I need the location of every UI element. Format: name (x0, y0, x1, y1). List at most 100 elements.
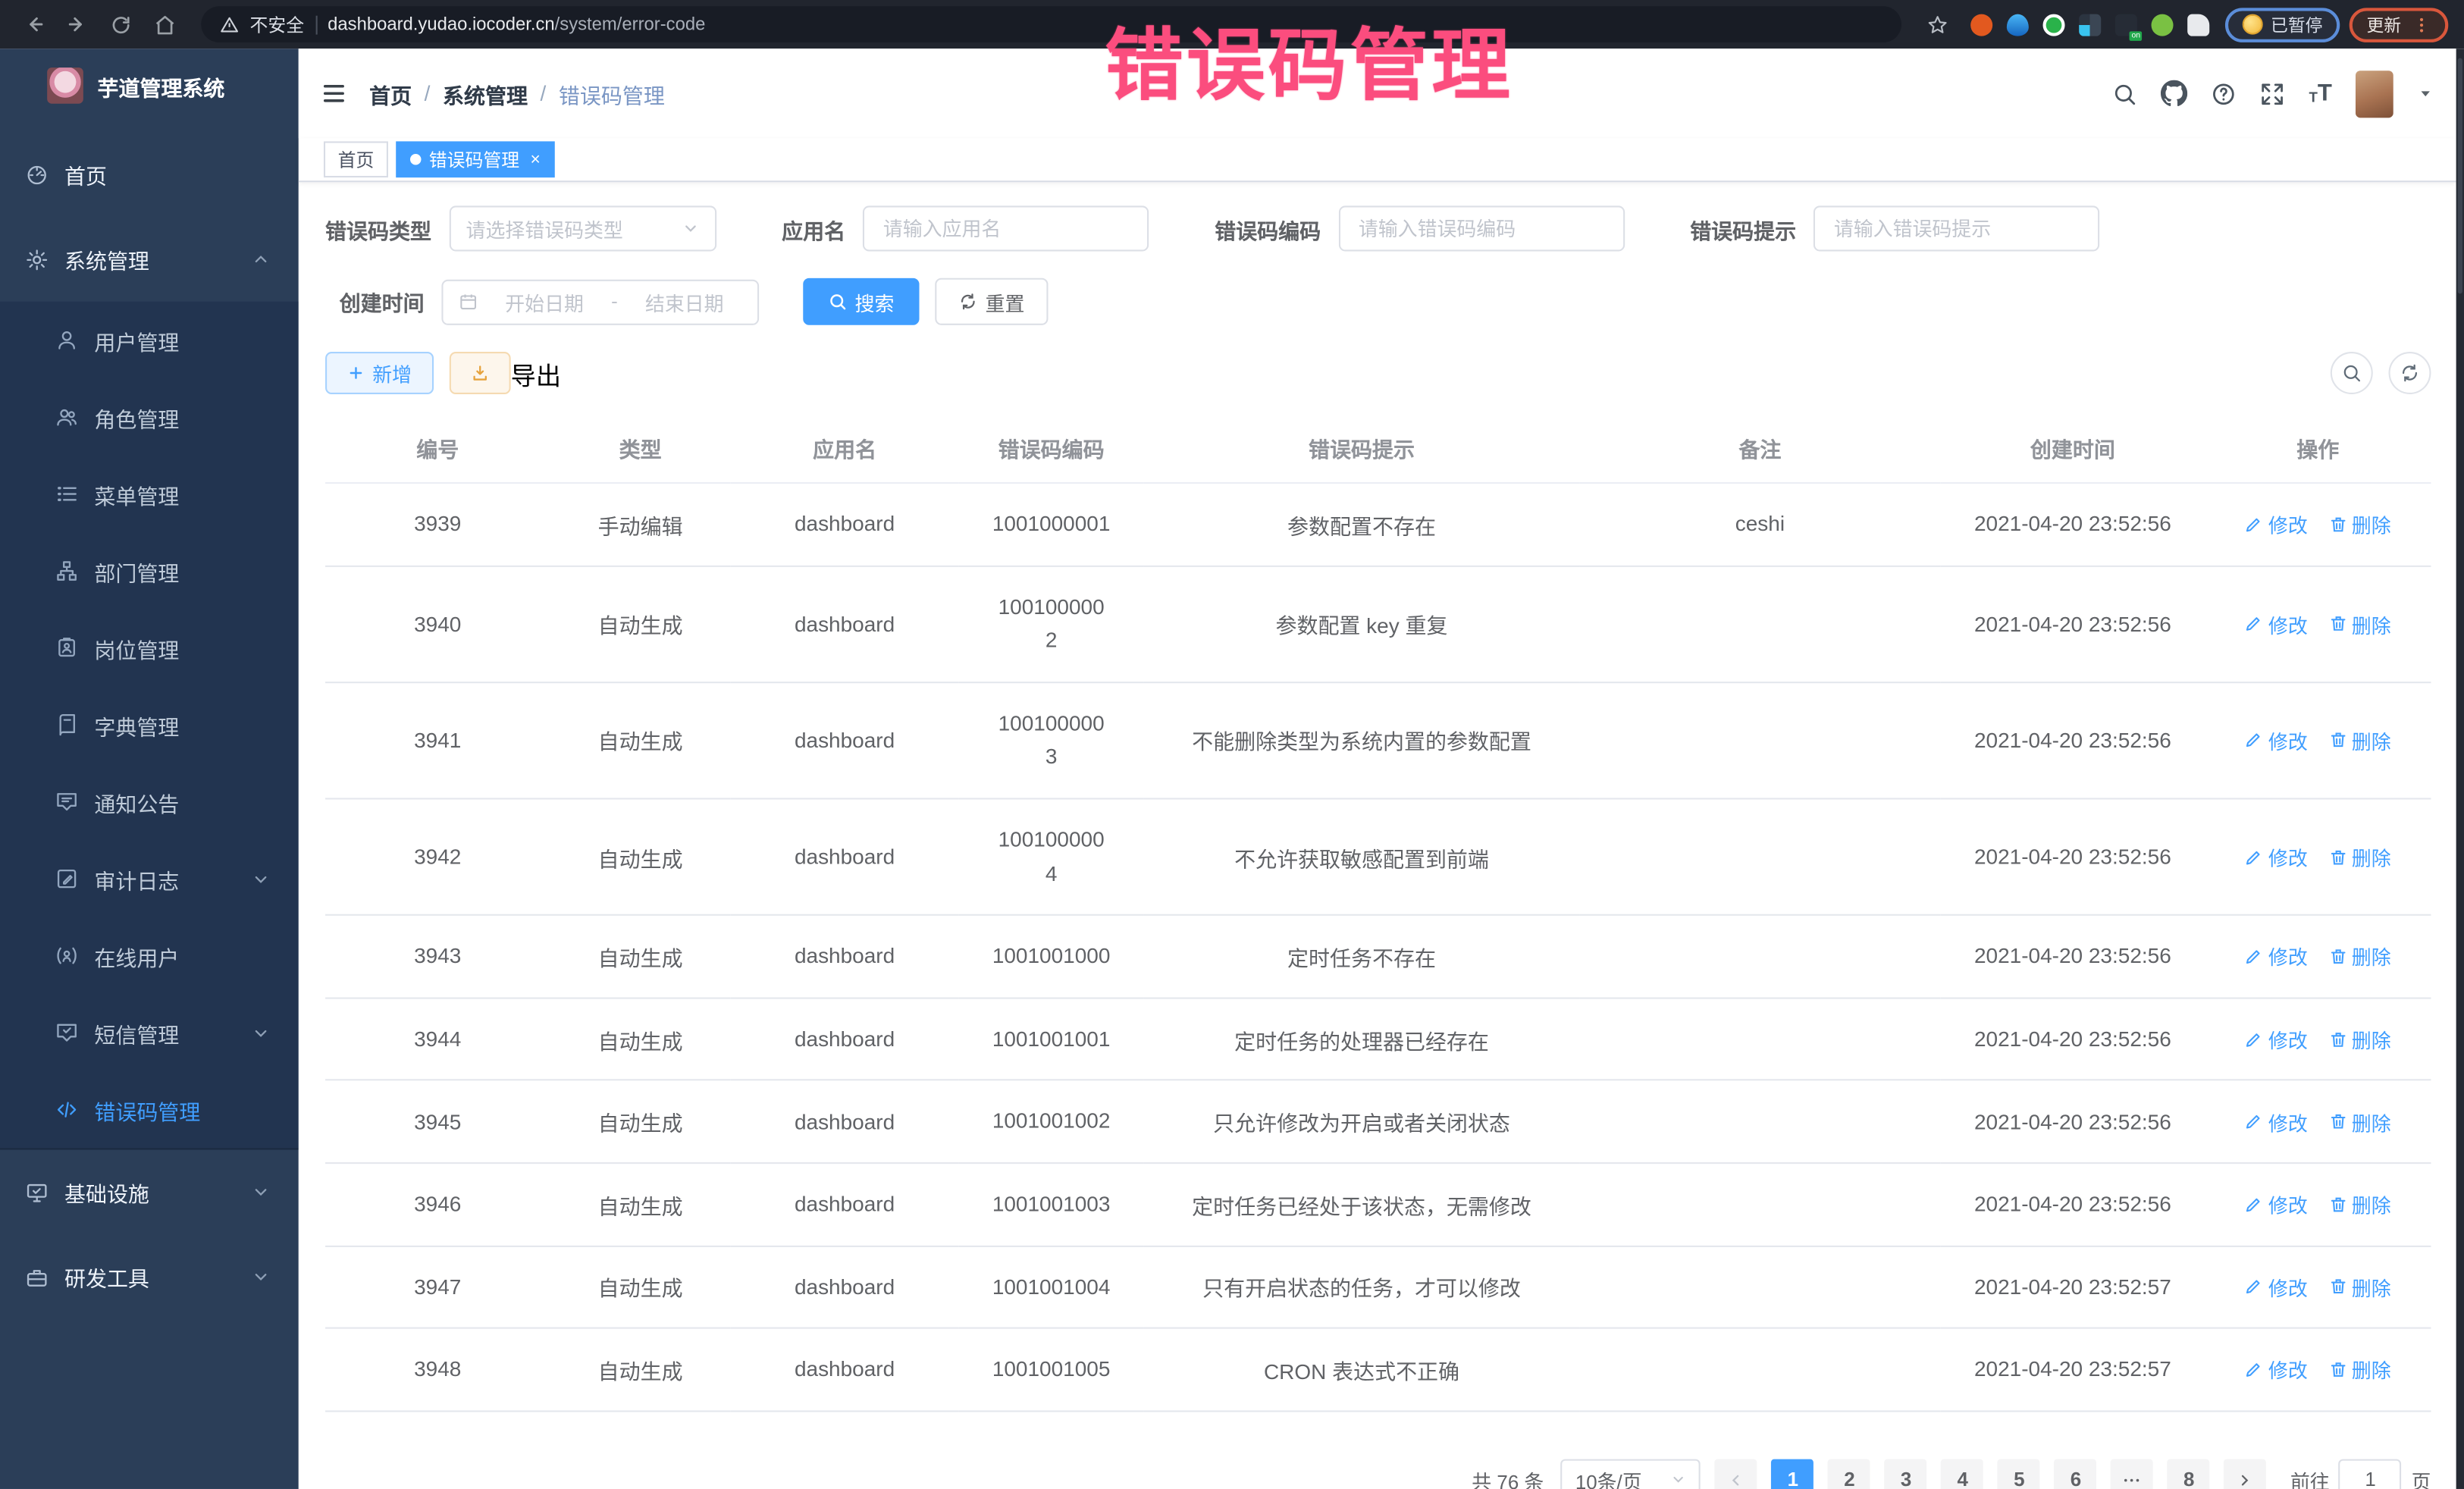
delete-link[interactable]: 删除 (2328, 1355, 2391, 1384)
page-button-1[interactable]: 1 (1772, 1459, 1814, 1489)
page-button-3[interactable]: 3 (1885, 1459, 1927, 1489)
edit-link[interactable]: 修改 (2245, 1024, 2308, 1054)
breadcrumb-system[interactable]: 系统管理 (443, 78, 528, 109)
edit-link[interactable]: 修改 (2245, 1272, 2308, 1302)
edit-link[interactable]: 修改 (2245, 726, 2308, 755)
sidebar-item-菜单管理[interactable]: 菜单管理 (0, 456, 299, 533)
more-pages-button[interactable] (2111, 1459, 2154, 1489)
sidebar-item-通知公告[interactable]: 通知公告 (0, 763, 299, 841)
extensions-puzzle-icon[interactable] (2187, 14, 2209, 36)
delete-link[interactable]: 删除 (2328, 726, 2391, 755)
delete-link[interactable]: 删除 (2328, 509, 2391, 539)
toggle-search-button[interactable] (2331, 352, 2373, 394)
sidebar-item-角色管理[interactable]: 角色管理 (0, 378, 299, 456)
add-button[interactable]: 新增 (325, 352, 434, 394)
goto-page-input[interactable] (2339, 1459, 2402, 1489)
page-button-2[interactable]: 2 (1829, 1459, 1871, 1489)
app-logo[interactable]: 芋道管理系统 (0, 49, 299, 119)
sidebar-toggle-icon[interactable] (321, 80, 347, 107)
cell-app: dashboard (731, 566, 959, 682)
sidebar-item-字典管理[interactable]: 字典管理 (0, 686, 299, 763)
sidebar-item-用户管理[interactable]: 用户管理 (0, 302, 299, 379)
page-button-8[interactable]: 8 (2168, 1459, 2210, 1489)
filter-message-label: 错误码提示 (1690, 213, 1796, 244)
extension-green-check-icon[interactable] (2043, 14, 2065, 36)
create-time-range-picker[interactable]: 开始日期 - 结束日期 (441, 279, 759, 324)
edit-link[interactable]: 修改 (2245, 1355, 2308, 1384)
error-message-input[interactable] (1831, 216, 2083, 241)
font-size-icon[interactable]: TT (2309, 82, 2331, 105)
column-header-编号: 编号 (325, 413, 550, 483)
sidebar-item-短信管理[interactable]: 短信管理 (0, 994, 299, 1071)
edit-link[interactable]: 修改 (2245, 609, 2308, 638)
extension-key-icon[interactable] (2152, 14, 2174, 36)
browser-scrollbar[interactable] (2456, 49, 2464, 1489)
browser-forward-icon[interactable] (60, 7, 95, 42)
breadcrumb-home[interactable]: 首页 (369, 78, 412, 109)
user-avatar[interactable] (2356, 70, 2393, 117)
sidebar-item-岗位管理[interactable]: 岗位管理 (0, 610, 299, 687)
cell-type: 自动生成 (550, 1246, 730, 1328)
tag-close-icon[interactable]: × (531, 150, 541, 169)
sidebar-item-错误码管理[interactable]: 错误码管理 (0, 1071, 299, 1149)
edit-link[interactable]: 修改 (2245, 842, 2308, 872)
browser-home-icon[interactable] (148, 7, 183, 42)
delete-link[interactable]: 删除 (2328, 842, 2391, 872)
sidebar-item-基础设施[interactable]: 基础设施 (0, 1149, 299, 1234)
reset-button[interactable]: 重置 (935, 278, 1048, 325)
delete-link[interactable]: 删除 (2328, 1024, 2391, 1054)
address-bar[interactable]: 不安全 dashboard.yudao.iocoder.cn/system/er… (201, 6, 1901, 42)
extension-grid-icon[interactable] (2079, 14, 2101, 36)
browser-reload-icon[interactable] (104, 7, 139, 42)
header-search-icon[interactable] (2112, 81, 2137, 106)
browser-update-button[interactable]: 更新 (2350, 7, 2449, 42)
extension-blue-gem-icon[interactable] (2007, 14, 2029, 36)
chevron-down-icon (252, 1268, 271, 1287)
help-icon[interactable] (2212, 81, 2237, 106)
delete-link[interactable]: 删除 (2328, 1272, 2391, 1302)
page-size-select[interactable]: 10条/页 (1561, 1459, 1701, 1489)
page-button-6[interactable]: 6 (2055, 1459, 2097, 1489)
error-code-input[interactable] (1356, 216, 1607, 241)
next-page-button[interactable] (2224, 1459, 2267, 1489)
sidebar-item-部门管理[interactable]: 部门管理 (0, 532, 299, 610)
sidebar-item-系统管理[interactable]: 系统管理 (0, 217, 299, 302)
extension-orange-icon[interactable] (1970, 14, 1992, 36)
delete-link[interactable]: 删除 (2328, 609, 2391, 638)
page-button-4[interactable]: 4 (1942, 1459, 1984, 1489)
toggle-search-icon (2341, 363, 2362, 384)
delete-link[interactable]: 删除 (2328, 1190, 2391, 1219)
refresh-table-button[interactable] (2389, 352, 2431, 394)
error-type-select[interactable]: 请选择错误码类型 (449, 205, 716, 251)
browser-menu-dots-icon[interactable] (2412, 15, 2431, 34)
github-icon[interactable] (2161, 80, 2188, 107)
edit-link[interactable]: 修改 (2245, 1107, 2308, 1136)
sidebar-item-在线用户[interactable]: 在线用户 (0, 917, 299, 995)
cell-actions: 修改删除 (2205, 1328, 2431, 1411)
filter-code-label: 错误码编码 (1215, 213, 1321, 244)
bookmark-star-icon[interactable] (1920, 7, 1955, 42)
browser-back-icon[interactable] (16, 7, 51, 42)
sidebar-item-首页[interactable]: 首页 (0, 132, 299, 217)
devtools-icon (24, 1265, 49, 1289)
delete-link[interactable]: 删除 (2328, 942, 2391, 971)
extension-switch-icon[interactable]: on (2115, 14, 2137, 36)
fullscreen-icon[interactable] (2260, 81, 2285, 106)
column-header-错误码编码: 错误码编码 (958, 413, 1144, 483)
export-button[interactable] (450, 352, 511, 394)
edit-link[interactable]: 修改 (2245, 942, 2308, 971)
user-menu-caret-icon[interactable] (2417, 85, 2434, 102)
edit-link[interactable]: 修改 (2245, 509, 2308, 539)
app-name-input[interactable] (880, 216, 1132, 241)
tag-home[interactable]: 首页 (324, 141, 388, 177)
tag-error-code[interactable]: 错误码管理 × (396, 141, 554, 177)
page-button-5[interactable]: 5 (1998, 1459, 2040, 1489)
sidebar-item-研发工具[interactable]: 研发工具 (0, 1234, 299, 1319)
profile-paused-badge[interactable]: 已暂停 (2225, 7, 2340, 42)
search-button[interactable]: 搜索 (803, 278, 919, 325)
edit-link[interactable]: 修改 (2245, 1190, 2308, 1219)
delete-link[interactable]: 删除 (2328, 1107, 2391, 1136)
prev-page-button[interactable] (1715, 1459, 1757, 1489)
org-tree-icon (53, 560, 78, 583)
sidebar-item-审计日志[interactable]: 审计日志 (0, 840, 299, 917)
